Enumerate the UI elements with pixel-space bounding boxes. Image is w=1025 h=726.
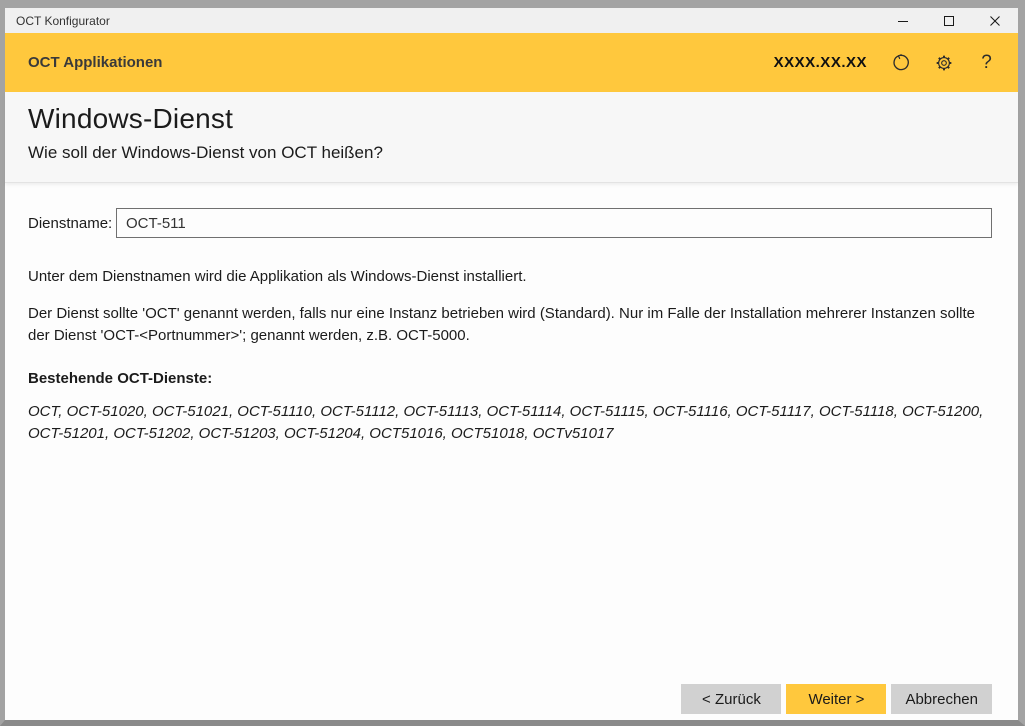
next-button[interactable]: Weiter > — [786, 684, 886, 714]
refresh-icon[interactable] — [891, 53, 910, 72]
wizard-footer: < Zurück Weiter > Abbrechen — [28, 684, 992, 714]
help-glyph: ? — [981, 53, 992, 72]
service-name-row: Dienstname: — [28, 208, 992, 238]
maximize-button[interactable] — [926, 8, 972, 33]
window-controls — [880, 8, 1018, 33]
page-content: Dienstname: Unter dem Dienstnamen wird d… — [5, 183, 1018, 720]
window-titlebar: OCT Konfigurator — [5, 8, 1018, 33]
existing-services-list: OCT, OCT-51020, OCT-51021, OCT-51110, OC… — [28, 401, 992, 444]
install-info-text: Unter dem Dienstnamen wird die Applikati… — [28, 266, 992, 287]
version-label: XXXX.XX.XX — [774, 54, 867, 71]
page-header: Windows-Dienst Wie soll der Windows-Dien… — [5, 92, 1018, 183]
help-icon[interactable]: ? — [977, 53, 996, 72]
service-name-label: Dienstname: — [28, 215, 116, 232]
existing-services-heading: Bestehende OCT-Dienste: — [28, 370, 992, 387]
close-button[interactable] — [972, 8, 1018, 33]
service-name-input[interactable] — [116, 208, 992, 238]
page-subtitle: Wie soll der Windows-Dienst von OCT heiß… — [28, 143, 1018, 163]
app-title: OCT Applikationen — [28, 54, 774, 71]
naming-hint-text: Der Dienst sollte 'OCT' genannt werden, … — [28, 303, 992, 346]
app-window: OCT Konfigurator OCT Applikationen X — [0, 0, 1025, 726]
window-title: OCT Konfigurator — [5, 14, 880, 28]
app-header: OCT Applikationen XXXX.XX.XX — [5, 33, 1018, 92]
minimize-button[interactable] — [880, 8, 926, 33]
cancel-button[interactable]: Abbrechen — [891, 684, 992, 714]
app-header-actions: XXXX.XX.XX — [774, 53, 996, 72]
close-icon — [989, 15, 1001, 27]
back-button[interactable]: < Zurück — [681, 684, 781, 714]
page-title: Windows-Dienst — [28, 103, 1018, 135]
minimize-icon — [897, 15, 909, 27]
gear-icon[interactable] — [934, 53, 953, 72]
maximize-icon — [943, 15, 955, 27]
